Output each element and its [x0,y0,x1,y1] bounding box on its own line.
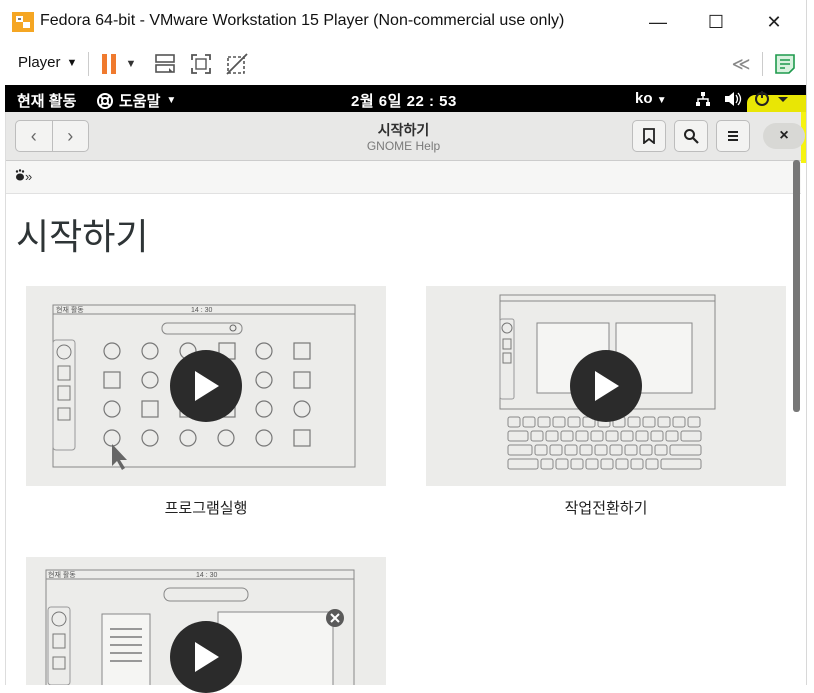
input-language-menu[interactable]: ko ▼ [635,90,667,107]
video-card-label[interactable]: 프로그램실행 [26,497,386,518]
mini-activities-text: 현재 활동 [56,305,84,314]
minimize-icon: — [649,11,667,32]
gnome-help-window: ‹ › 시작하기 GNOME Help × » 시작하기 현재 활동 14 : … [5,112,805,693]
bookmark-button[interactable] [632,120,666,152]
video-card-switch-tasks[interactable] [426,286,786,486]
video-card-label[interactable]: 작업전환하기 [426,497,786,518]
notes-button[interactable] [770,50,800,78]
menu-button[interactable] [716,120,750,152]
gnome-top-bar: 현재 활동 도움말 ▼ 2월 6일 22 : 53 ko ▼ [5,85,806,112]
language-label: ko [635,90,653,107]
toolbar-divider [762,52,763,76]
network-send-icon [155,54,175,73]
play-icon [595,371,619,401]
activities-button[interactable]: 현재 활동 [17,90,76,111]
help-app-menu[interactable]: 도움말 ▼ [97,90,176,111]
chevron-down-icon: ▼ [125,58,137,70]
play-button[interactable] [170,350,242,422]
search-icon [684,129,699,144]
video-card-launch-apps[interactable]: 현재 활동 14 : 30 [26,286,386,486]
gnome-foot-icon [15,169,25,181]
play-icon [195,642,219,672]
pause-icon [101,54,116,74]
window-title: Fedora 64-bit - VMware Workstation 15 Pl… [40,12,565,29]
double-chevron-left-icon: ≪ [731,53,751,74]
vmware-toolbar: Player ▼ ▼ ≪ [0,44,806,84]
page-title: 시작하기 [16,217,149,258]
chevron-down-icon: ▼ [66,56,78,69]
bookmark-icon [643,128,655,144]
maximize-icon: ☐ [707,11,725,32]
breadcrumb-separator: » [25,169,33,184]
back-to-host-button[interactable]: ≪ [726,50,756,78]
search-button[interactable] [674,120,708,152]
chevron-down-icon: ▼ [166,95,177,106]
maximize-button[interactable]: ☐ [696,6,736,38]
close-icon: × [779,127,789,144]
breadcrumb-home[interactable]: » [15,169,32,184]
mini-clock-text: 14 : 30 [196,572,218,579]
mini-clock-text: 14 : 30 [191,307,213,314]
volume-icon [725,92,742,106]
unity-icon [226,53,248,75]
fullscreen-icon [191,54,211,74]
lifebuoy-icon [97,92,113,109]
unity-button[interactable] [222,50,252,78]
note-icon [775,54,795,74]
video-card-windows[interactable]: 현재 활동 14 : 30 [26,557,386,693]
power-icon[interactable] [752,89,792,109]
pause-button[interactable]: ▼ [96,50,140,78]
player-menu-label: Player [18,54,61,71]
network-icon [696,92,710,106]
toolbar-divider [88,52,89,76]
host-desktop-edge [806,0,814,685]
send-ctrl-alt-del-button[interactable] [150,50,180,78]
close-icon: ✕ [766,11,782,32]
close-window-button[interactable]: ✕ [754,6,794,38]
play-icon [195,371,219,401]
vmware-title-bar: Fedora 64-bit - VMware Workstation 15 Pl… [0,0,806,45]
fullscreen-button[interactable] [186,50,216,78]
hamburger-icon [728,131,738,141]
help-menu-label: 도움말 [119,93,161,110]
mini-activities-text: 현재 활동 [48,570,76,579]
chevron-down-icon: ▼ [656,95,667,106]
close-help-button[interactable]: × [763,123,805,149]
vmware-app-icon [12,12,34,32]
help-header-bar: ‹ › 시작하기 GNOME Help × [6,112,805,161]
breadcrumb: » [6,161,801,194]
clock[interactable]: 2월 6일 22 : 53 [351,90,457,111]
player-menu[interactable]: Player ▼ [18,54,77,71]
minimize-button[interactable]: — [638,6,678,38]
play-button[interactable] [570,350,642,422]
play-button[interactable] [170,621,242,693]
scrollbar[interactable] [793,160,800,412]
